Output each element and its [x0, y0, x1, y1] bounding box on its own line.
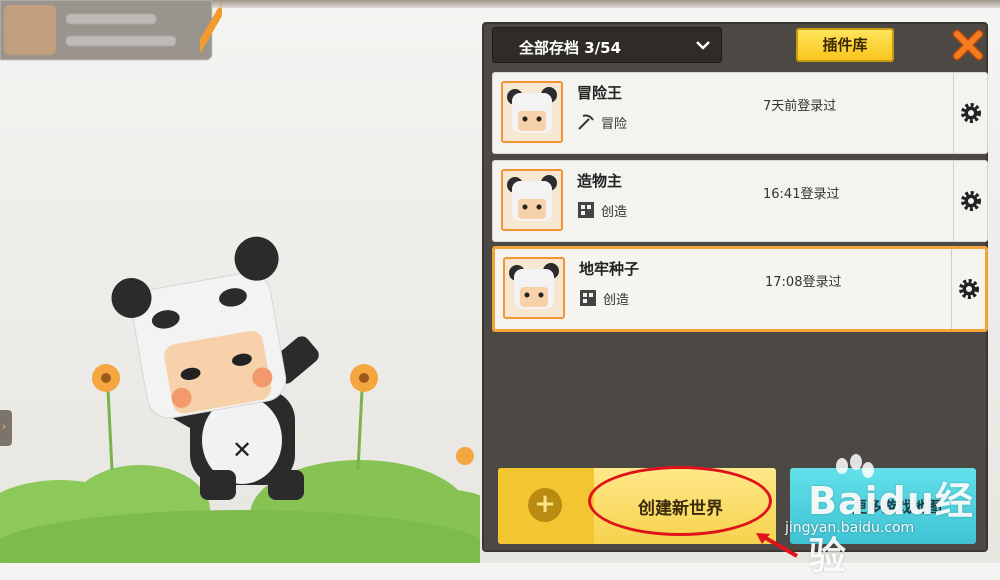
- flower-left: [92, 364, 120, 471]
- last-login-time: 7天前登录过: [763, 99, 837, 114]
- world-mode: 创造: [601, 205, 628, 220]
- watermark-url: jingyan.baidu.com: [785, 520, 915, 536]
- profile-id-blur: [66, 36, 176, 46]
- profile-bar[interactable]: [0, 0, 212, 60]
- world-settings-button[interactable]: [953, 161, 987, 241]
- world-row[interactable]: 造物主 创造 16:41登录过: [492, 160, 988, 242]
- pickaxe-icon: [577, 113, 595, 131]
- gear-icon: [961, 191, 981, 211]
- profile-accent-stripe: [200, 0, 222, 60]
- world-row-selected[interactable]: 地牢种子 创造 17:08登录过: [492, 246, 988, 332]
- svg-text:✕: ✕: [232, 436, 252, 464]
- close-icon[interactable]: [952, 26, 984, 62]
- plugin-library-button[interactable]: 插件库: [796, 28, 894, 62]
- annotation-ellipse: [588, 466, 772, 536]
- world-thumbnail: [501, 81, 563, 143]
- plus-icon: +: [528, 488, 562, 522]
- blocks-icon: [577, 201, 595, 219]
- blocks-icon: [579, 289, 597, 307]
- gear-icon: [959, 279, 979, 299]
- chevron-down-icon: [695, 34, 711, 60]
- profile-avatar[interactable]: [4, 5, 56, 55]
- flower-right: [350, 364, 378, 471]
- archive-folder-label: 全部存档 3/54: [519, 39, 622, 57]
- top-strip: [212, 0, 1000, 8]
- world-name: 地牢种子: [579, 260, 640, 278]
- panda-head: [111, 236, 287, 419]
- profile-name-blur: [66, 14, 156, 24]
- world-settings-button[interactable]: [951, 249, 985, 329]
- world-name: 冒险王: [577, 84, 623, 102]
- world-mode: 冒险: [601, 117, 628, 132]
- world-thumbnail: [501, 169, 563, 231]
- create-plus-zone: +: [498, 468, 594, 544]
- gear-icon: [961, 103, 981, 123]
- world-mode: 创造: [603, 293, 630, 308]
- world-settings-button[interactable]: [953, 73, 987, 153]
- world-row[interactable]: 冒险王 冒险 7天前登录过: [492, 72, 988, 154]
- world-name: 造物主: [577, 172, 623, 190]
- archive-folder-dropdown[interactable]: 全部存档 3/54: [492, 27, 722, 63]
- last-login-time: 17:08登录过: [765, 275, 842, 290]
- world-thumbnail: [503, 257, 565, 319]
- last-login-time: 16:41登录过: [763, 187, 840, 202]
- panda-character-scene: ✕: [0, 236, 480, 563]
